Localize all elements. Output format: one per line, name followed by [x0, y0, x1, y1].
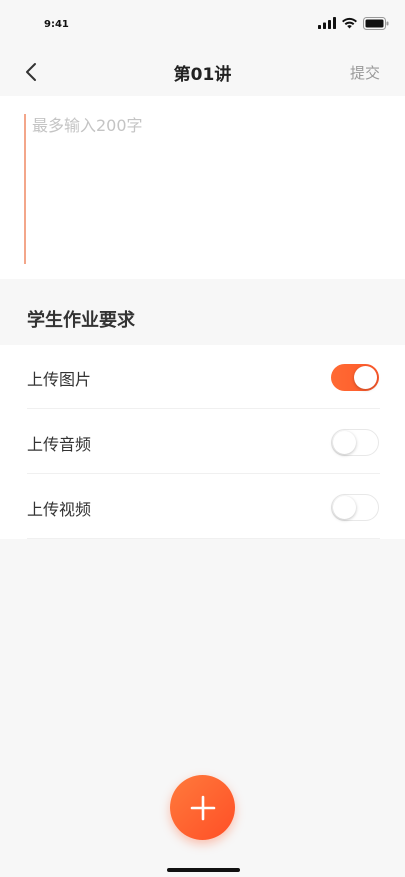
requirement-row-audio: 上传音频 [0, 410, 405, 474]
row-divider [27, 473, 380, 474]
cellular-signal-icon [318, 17, 336, 29]
homework-settings-screen: 9:41 第01讲 提交 最多输入200字 学生作业要求 上传图片 上传音频 上… [0, 0, 405, 877]
plus-icon [190, 795, 215, 820]
home-indicator [167, 868, 240, 872]
upload-audio-toggle[interactable] [331, 429, 379, 456]
navigation-bar: 第01讲 提交 [0, 46, 405, 96]
status-icons [318, 16, 389, 30]
requirement-label: 上传音频 [27, 435, 92, 454]
requirement-label: 上传视频 [27, 500, 92, 519]
upload-image-toggle[interactable] [331, 364, 379, 391]
wifi-icon [342, 17, 357, 29]
content-input[interactable] [24, 114, 379, 264]
requirements-list: 上传图片 上传音频 上传视频 [0, 345, 405, 539]
content-input-card [0, 96, 405, 279]
toggle-knob [333, 431, 356, 454]
page-title: 第01讲 [173, 65, 232, 85]
requirement-row-image: 上传图片 [0, 345, 405, 409]
row-divider [27, 538, 380, 539]
battery-icon [363, 16, 389, 30]
requirements-heading: 学生作业要求 [27, 310, 135, 331]
toggle-knob [333, 496, 356, 519]
toggle-knob [354, 366, 377, 389]
status-time: 9:41 [44, 19, 69, 30]
requirement-row-video: 上传视频 [0, 475, 405, 539]
upload-video-toggle[interactable] [331, 494, 379, 521]
requirement-label: 上传图片 [27, 370, 92, 389]
row-divider [27, 408, 380, 409]
submit-button[interactable]: 提交 [350, 62, 380, 83]
add-button[interactable] [170, 775, 235, 840]
status-bar: 9:41 [0, 0, 405, 46]
